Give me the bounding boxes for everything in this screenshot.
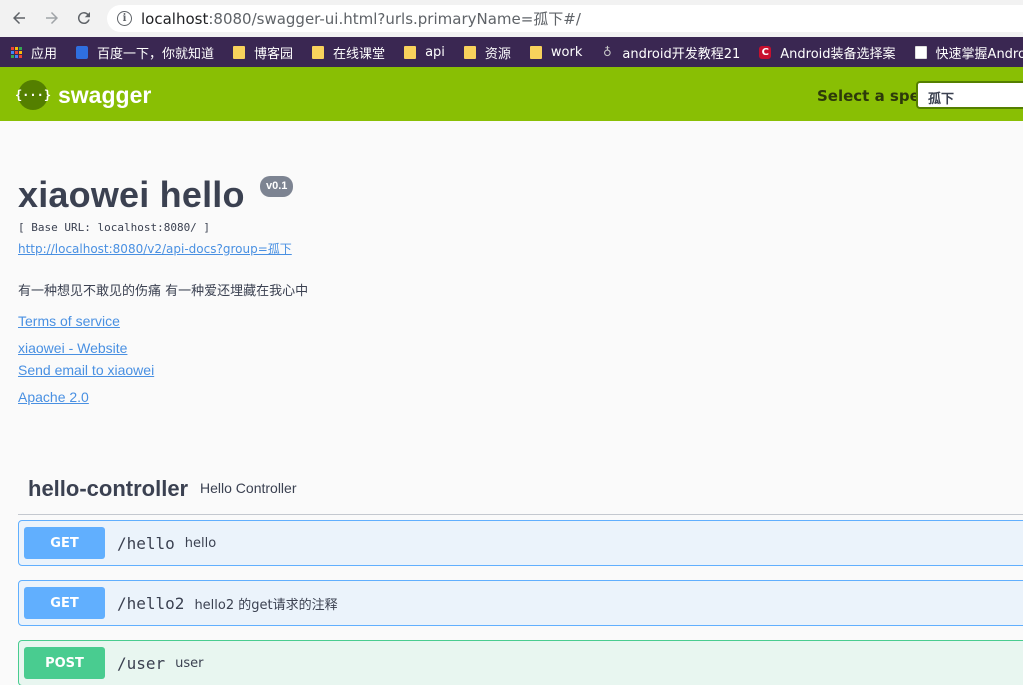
site-info-icon[interactable]: i [117,11,132,26]
bookmark-android-quick[interactable]: 快速掌握Android开发 [914,43,1023,62]
folder-icon [529,45,542,59]
bookmark-api[interactable]: api [404,45,445,60]
swagger-logo-icon: {···} [15,80,51,110]
operation-post-user[interactable]: POST /user user [18,640,1023,685]
api-title: xiaowei hello [18,174,245,215]
bookmark-label: 在线课堂 [333,46,386,62]
api-description: 有一种想见不敢见的伤痛 有一种爱还埋藏在我心中 [18,284,309,299]
bookmarks-bar: 应用 百度一下，你就知道 博客园 在线课堂 api 资源 work ♁ andr… [0,37,1023,67]
bookmark-cnblogs[interactable]: 博客园 [233,43,293,62]
spec-select[interactable]: 孤下 [916,81,1023,109]
bookmark-label: work [550,44,583,60]
browser-toolbar: i localhost:8080/swagger-ui.html?urls.pr… [0,0,1023,37]
operation-summary: hello [184,535,217,551]
method-badge: GET [24,587,105,619]
bookmark-label: 应用 [31,46,58,62]
android-icon: ♁ [602,44,612,59]
forward-button[interactable] [41,7,63,29]
bookmark-resources[interactable]: 资源 [463,43,511,62]
contact-website-link[interactable]: xiaowei - Website [18,340,127,356]
folder-icon [233,45,246,59]
operation-path: /hello2 [117,593,185,613]
operation-path: /hello [117,533,175,553]
page-icon [914,45,927,59]
folder-icon [312,45,325,59]
operation-summary: user [175,655,204,671]
api-docs-link[interactable]: http://localhost:8080/v2/api-docs?group=… [18,240,292,257]
apps-grid-icon [11,46,22,58]
bookmark-label: Android装备选择案 [780,46,896,62]
operation-summary: hello2 的get请求的注释 [194,597,338,613]
reload-button[interactable] [73,7,95,29]
arrow-right-icon [46,12,58,24]
back-button[interactable] [8,7,30,29]
swagger-logo-text: swagger [58,81,152,108]
bookmark-label: 百度一下，你就知道 [97,46,215,62]
url-path: :8080/swagger-ui.html?urls.primaryName=孤… [208,10,581,28]
select-spec-label: Select a spec [817,87,929,105]
tag-section-header[interactable]: hello-controller Hello Controller [18,470,1023,515]
license-link[interactable]: Apache 2.0 [18,389,89,405]
baidu-paw-icon [76,45,89,59]
bookmark-label: 快速掌握Android开发 [935,46,1023,62]
tag-name: hello-controller [28,476,189,501]
method-badge: POST [24,647,105,679]
method-badge: GET [24,527,105,559]
bookmark-online-class[interactable]: 在线课堂 [312,43,385,62]
arrow-left-icon [13,12,25,24]
bookmark-label: 资源 [484,46,511,62]
bookmark-work[interactable]: work [529,44,583,60]
swagger-logo[interactable]: {···} swagger [15,80,152,110]
bookmark-label: 博客园 [254,46,294,62]
url-host: localhost [141,9,209,28]
tag-description: Hello Controller [200,480,297,496]
bookmark-android-tutorial[interactable]: ♁ android开发教程21 [601,43,740,62]
folder-icon [404,45,417,59]
terms-of-service-link[interactable]: Terms of service [18,313,120,329]
csdn-icon: C [759,45,772,59]
contact-email-link[interactable]: Send email to xiaowei [18,362,154,378]
operation-get-hello[interactable]: GET /hello hello [18,520,1023,566]
reload-icon [77,12,90,25]
folder-icon [463,45,476,59]
operation-get-hello2[interactable]: GET /hello2 hello2 的get请求的注释 [18,580,1023,626]
bookmark-label: android开发教程21 [622,46,741,62]
swagger-topbar: {···} swagger Select a spec 孤下 [0,67,1023,121]
operation-path: /user [117,653,166,673]
version-badge: v0.1 [260,176,294,197]
address-bar[interactable]: i localhost:8080/swagger-ui.html?urls.pr… [107,5,1023,32]
bookmark-android-equipment[interactable]: C Android装备选择案 [759,43,896,62]
bookmark-baidu[interactable]: 百度一下，你就知道 [76,43,214,62]
base-url: [ Base URL: localhost:8080/ ] [18,221,211,234]
bookmark-apps[interactable]: 应用 [11,43,57,62]
bookmark-label: api [425,44,445,60]
